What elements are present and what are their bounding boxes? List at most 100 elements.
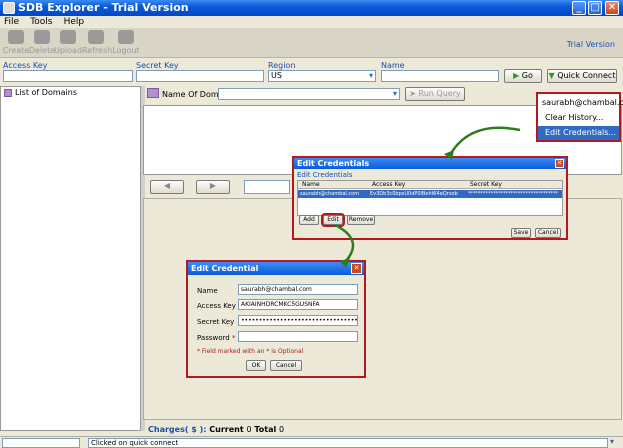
menu-help[interactable]: Help	[64, 16, 85, 28]
quick-connect-menu: saurabh@chambal.com Clear History... Edi…	[536, 92, 623, 142]
app-icon	[3, 2, 15, 14]
list-of-domains-label: List of Domains	[15, 88, 77, 97]
toolbar: Create Delete Upload Refresh Logout	[0, 28, 623, 58]
chevron-down-icon: ▾	[368, 71, 373, 80]
edit-credentials-title: Edit Credentials	[297, 159, 370, 168]
domain-icon	[147, 88, 159, 98]
quick-connect-label: Quick Connect	[557, 71, 616, 80]
prev-page-button[interactable]: ◀	[150, 180, 184, 194]
upload-button[interactable]: Upload	[54, 30, 82, 55]
credentials-table: Name Access Key Secret Key saurabh@chamb…	[297, 180, 563, 216]
password-field[interactable]	[238, 331, 358, 342]
edit-credentials-subtitle: Edit Credentials	[297, 171, 353, 179]
domain-list-panel[interactable]: List of Domains	[0, 86, 141, 431]
window-title: SDB Explorer - Trial Version	[18, 1, 189, 14]
domain-select[interactable]: ▾	[218, 88, 400, 100]
edit-credential-titlebar: Edit Credential ✕	[188, 262, 364, 275]
menu-item-edit-credentials[interactable]: Edit Credentials...	[538, 126, 619, 140]
upload-label: Upload	[54, 46, 83, 55]
database-icon	[4, 89, 12, 97]
current-value: 0	[246, 425, 252, 434]
logout-label: Logout	[112, 46, 140, 55]
row-name: saurabh@chambal.com	[300, 191, 360, 197]
access-key-input[interactable]	[3, 70, 133, 82]
name-input[interactable]	[381, 70, 499, 82]
col-secret-key: Secret Key	[470, 181, 502, 188]
optional-note: * Field marked with an * is Optional	[197, 348, 304, 355]
secret-key-field-label: Secret Key	[197, 318, 235, 326]
add-button[interactable]: Add	[299, 215, 319, 225]
col-name: Name	[302, 181, 320, 188]
title-bar: SDB Explorer - Trial Version _ □ ✕	[0, 0, 623, 16]
run-query-button[interactable]: ➤ Run Query	[405, 87, 465, 101]
run-query-label: Run Query	[418, 89, 461, 98]
create-button[interactable]: Create	[2, 30, 30, 55]
menu-item-clear-history[interactable]: Clear History...	[538, 111, 619, 124]
create-icon	[8, 30, 24, 44]
close-icon[interactable]: ✕	[351, 263, 362, 274]
credentials-table-header: Name Access Key Secret Key	[298, 181, 562, 189]
region-value: US	[271, 71, 282, 80]
edit-credentials-titlebar: Edit Credentials ✕	[294, 158, 566, 169]
maximize-button[interactable]: □	[588, 1, 602, 15]
cancel-button[interactable]: Cancel	[535, 228, 561, 238]
password-field-label: Password *	[197, 334, 235, 342]
remove-button[interactable]: Remove	[347, 215, 375, 225]
upload-icon	[60, 30, 76, 44]
current-label: Current	[209, 425, 244, 434]
menu-tools[interactable]: Tools	[30, 16, 52, 28]
page-input[interactable]	[244, 180, 290, 194]
access-key-field-label: Access Key	[197, 302, 236, 310]
table-row[interactable]: saurabh@chambal.com Ev3Db3c0bpsU0dP0lBeh…	[298, 190, 562, 198]
region-select[interactable]: US ▾	[268, 70, 376, 82]
chevron-down-icon: ▾	[392, 89, 397, 98]
go-icon: ▶	[513, 71, 520, 80]
edit-credentials-dialog: Edit Credentials ✕ Edit Credentials Name…	[292, 156, 568, 240]
refresh-label: Refresh	[82, 46, 113, 55]
charges-bar: Charges( $ ): Current 0 Total 0	[148, 425, 284, 434]
status-bar: Clicked on quick connect ▾	[0, 436, 623, 448]
minimize-button[interactable]: _	[572, 1, 586, 15]
name-field[interactable]: saurabh@chambal.com	[238, 284, 358, 295]
close-icon[interactable]: ✕	[555, 159, 564, 168]
trial-version-link[interactable]: Trial Version	[567, 40, 615, 49]
chevron-down-icon[interactable]: ▾	[610, 437, 614, 446]
total-label: Total	[254, 425, 277, 434]
menu-file[interactable]: File	[4, 16, 19, 28]
quick-connect-button[interactable]: ▼ Quick Connect	[547, 69, 617, 83]
region-label: Region	[268, 61, 296, 70]
go-button[interactable]: ▶ Go	[504, 69, 542, 83]
status-field	[2, 438, 80, 448]
save-button[interactable]: Save	[511, 228, 531, 238]
edit-button[interactable]: Edit	[321, 213, 345, 227]
menu-item-saurabh[interactable]: saurabh@chambal.com	[538, 96, 623, 109]
go-label: Go	[521, 71, 533, 80]
menu-bar: File Tools Help	[0, 16, 623, 28]
edit-credential-dialog: Edit Credential ✕ Name saurabh@chambal.c…	[186, 260, 366, 378]
logout-button[interactable]: Logout	[112, 30, 140, 55]
required-mark: *	[231, 334, 236, 342]
access-key-field[interactable]: AKIAINHDRCMKC5GUSNFA	[238, 299, 358, 310]
close-button[interactable]: ✕	[605, 1, 619, 15]
delete-icon	[34, 30, 50, 44]
refresh-icon	[88, 30, 104, 44]
next-page-button[interactable]: ▶	[196, 180, 230, 194]
secret-key-label: Secret Key	[136, 61, 179, 70]
ok-button[interactable]: OK	[246, 360, 266, 371]
name-label: Name	[381, 61, 405, 70]
name-field-label: Name	[197, 287, 218, 295]
delete-label: Delete	[28, 46, 56, 55]
delete-button[interactable]: Delete	[28, 30, 56, 55]
secret-key-input[interactable]	[136, 70, 264, 82]
cancel-button[interactable]: Cancel	[270, 360, 302, 371]
refresh-button[interactable]: Refresh	[82, 30, 113, 55]
status-message: Clicked on quick connect	[88, 438, 608, 448]
row-secret-key: ************************************	[468, 191, 558, 197]
create-label: Create	[2, 46, 30, 55]
secret-key-field[interactable]: ••••••••••••••••••••••••••••••••••••	[238, 315, 358, 326]
quick-connect-icon: ▼	[548, 71, 555, 80]
logout-icon	[118, 30, 134, 44]
total-value: 0	[279, 425, 285, 434]
row-access-key: Ev3Db3c0bpsU0dP0lBehW4eQrsob	[370, 191, 458, 197]
charges-label: Charges( $ ):	[148, 425, 207, 434]
